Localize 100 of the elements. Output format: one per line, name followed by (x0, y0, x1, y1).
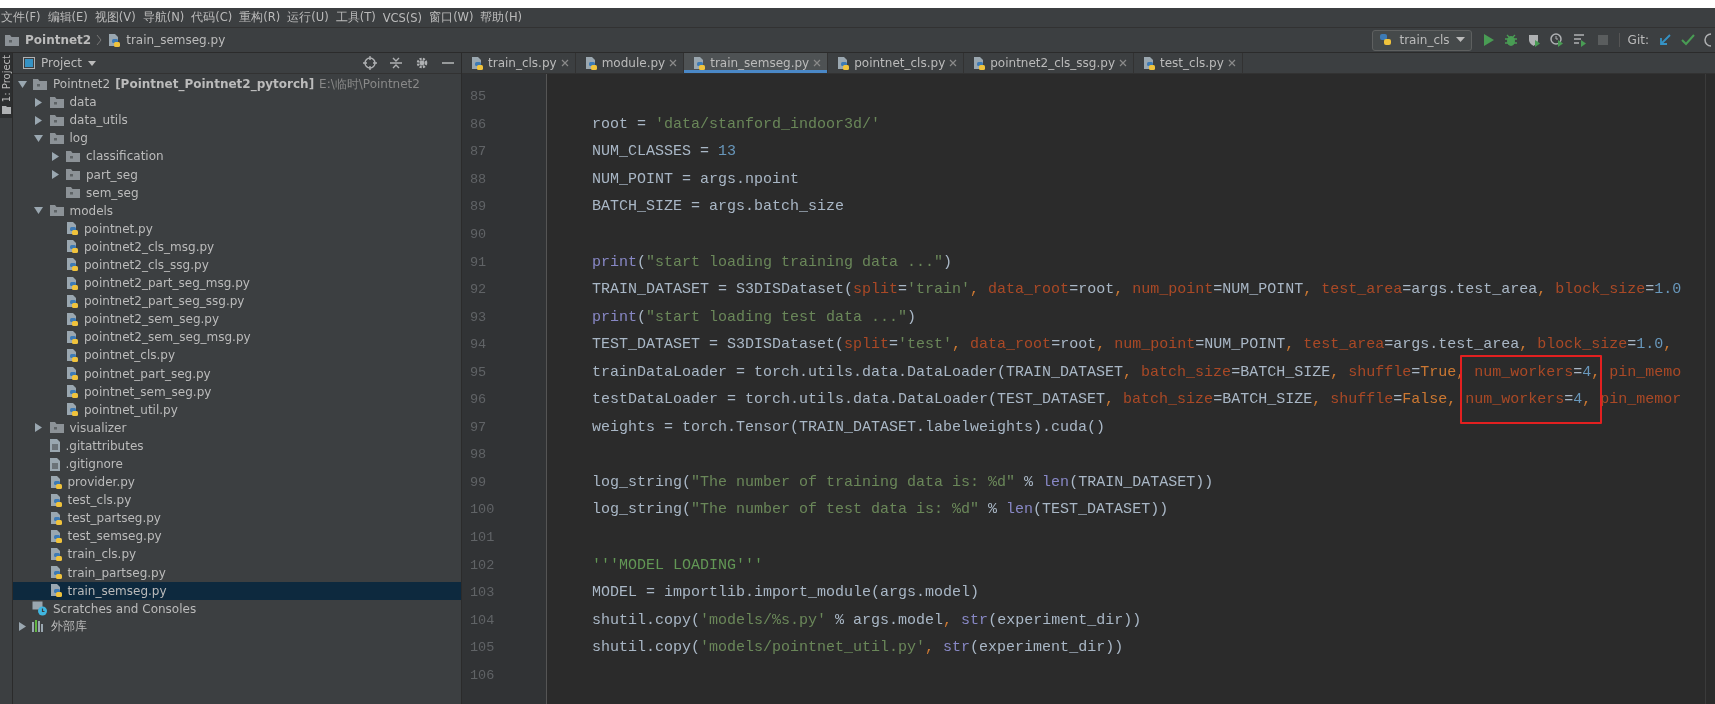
expand-arrow-icon[interactable] (34, 115, 43, 125)
expand-arrow-icon[interactable] (34, 423, 43, 433)
tree-item[interactable]: Scratches and Consoles (13, 599, 461, 618)
editor-tab[interactable]: pointnet_cls.py (828, 53, 965, 73)
project-view-selector[interactable]: Project (23, 56, 97, 70)
menu-item[interactable]: 编辑(E) (46, 10, 94, 25)
code-line: root = 'data/stanford_indoor3d/' (592, 115, 881, 133)
tree-item[interactable]: classification (13, 147, 461, 166)
code-line: shutil.copy('models/pointnet_util.py', str(experiment_dir)) (592, 639, 1124, 657)
code-line: testDataLoader = torch.utils.data.DataLoader(TEST_DATASET, batch_size=BATCH_SIZE, shuffle=False, num_workers=4, pin_memor (592, 391, 1682, 409)
collapse-arrow-icon[interactable] (34, 206, 43, 216)
python-file-icon (692, 55, 707, 71)
tree-item[interactable]: pointnet2_sem_seg_msg.py (13, 328, 461, 347)
python-file-icon (65, 275, 79, 291)
editor-tab[interactable]: test_cls.py (1134, 53, 1243, 73)
python-file-icon (48, 528, 63, 544)
code-line: NUM_POINT = args.npoint (592, 170, 800, 188)
menu-item[interactable]: 重构(R) (238, 10, 287, 25)
clock-icon[interactable] (1549, 33, 1564, 47)
code-line: BATCH_SIZE = args.batch_size (592, 198, 845, 216)
folder-icon (48, 204, 65, 218)
tree-item[interactable]: provider.py (13, 473, 461, 492)
close-icon[interactable] (1119, 59, 1127, 67)
tree-item[interactable]: .gitattributes (13, 436, 461, 455)
tree-item[interactable]: test_cls.py (13, 491, 461, 510)
menu-item[interactable]: 代码(C) (190, 10, 239, 25)
python-file-icon (48, 565, 63, 581)
collapse-all-icon[interactable] (389, 56, 403, 70)
tree-item[interactable]: 外部库 (13, 617, 461, 636)
menu-item[interactable]: VCS(S) (381, 10, 429, 25)
menu-item[interactable]: 文件(F) (0, 10, 47, 25)
code-line: log_string("The number of training data is: %d" % len(TRAIN_DATASET)) (592, 473, 1214, 491)
expand-arrow-icon[interactable] (50, 170, 60, 179)
editor-tab[interactable]: train_cls.py (462, 53, 576, 73)
tree-item[interactable]: data (13, 93, 461, 112)
locate-icon[interactable] (363, 56, 377, 70)
tree-item[interactable]: part_seg (13, 165, 461, 184)
tree-item[interactable]: pointnet.py (13, 219, 461, 238)
module-name: [Pointnet_Pointnet2_pytorch] (115, 77, 315, 92)
menu-item[interactable]: 窗口(W) (428, 10, 480, 25)
close-icon[interactable] (669, 59, 678, 67)
check-icon[interactable] (1681, 33, 1695, 47)
list-run-icon[interactable] (1572, 33, 1587, 47)
tree-item[interactable]: visualizer (13, 418, 461, 437)
editor-tab[interactable]: train_semseg.py (684, 53, 829, 73)
tree-item-label: train_semseg.py (67, 583, 167, 598)
tree-item[interactable]: train_cls.py (13, 545, 461, 564)
collapse-arrow-icon[interactable] (17, 79, 27, 89)
shield-icon[interactable] (1526, 33, 1541, 47)
bug-icon[interactable] (1503, 33, 1518, 47)
tree-item[interactable]: pointnet_cls.py (13, 346, 461, 365)
run-config-dropdown[interactable]: train_cls (1372, 29, 1472, 51)
tree-item-label: provider.py (67, 475, 135, 490)
menu-item[interactable]: 工具(T) (334, 10, 382, 25)
tree-item[interactable]: train_partseg.py (13, 563, 461, 582)
expand-arrow-icon[interactable] (50, 151, 60, 161)
tree-item[interactable]: pointnet2_cls_msg.py (13, 237, 461, 256)
tree-item-label: classification (86, 149, 164, 164)
code-line: '''MODEL LOADING''' (592, 556, 764, 574)
collapse-arrow-icon[interactable] (34, 133, 43, 143)
menu-item[interactable]: 运行(U) (286, 10, 335, 25)
tree-item-label: train_cls.py (67, 547, 137, 562)
tree-item[interactable]: pointnet_util.py (13, 400, 461, 419)
tree-item[interactable]: pointnet2_cls_ssg.py (13, 255, 461, 275)
python-file-icon (48, 492, 63, 508)
python-file-icon (65, 366, 79, 382)
breadcrumb[interactable]: train_semseg.py (126, 33, 226, 47)
python-file-icon (65, 347, 79, 363)
close-icon[interactable] (1227, 59, 1236, 67)
tree-item[interactable]: pointnet_part_seg.py (13, 364, 461, 383)
tree-item-label: pointnet2_sem_seg_msg.py (84, 330, 251, 345)
close-icon[interactable] (949, 59, 958, 67)
close-icon[interactable] (560, 59, 569, 67)
tree-item-label: test_cls.py (67, 493, 132, 508)
editor-tab[interactable]: pointnet2_cls_ssg.py (964, 53, 1134, 73)
project-tool-tab[interactable]: 1: Project (0, 53, 12, 119)
tree-item[interactable]: log (13, 129, 461, 148)
tree-item[interactable]: pointnet_sem_seg.py (13, 382, 461, 401)
tree-item[interactable]: train_semseg.py (13, 581, 461, 600)
close-icon[interactable] (813, 59, 822, 67)
tree-item[interactable]: models (13, 201, 461, 220)
tree-item[interactable]: Pointnet2 [Pointnet_Pointnet2_pytorch] E:\临时\Pointnet2 (13, 75, 461, 94)
update-arrow-icon[interactable] (1658, 33, 1672, 47)
expand-arrow-icon[interactable] (17, 622, 27, 632)
menu-item[interactable]: 视图(V) (93, 10, 142, 25)
tree-item[interactable]: sem_seg (13, 183, 461, 202)
menu-item[interactable]: 导航(N) (141, 10, 191, 25)
menu-item[interactable]: 帮助(H) (479, 10, 529, 25)
tree-item[interactable]: pointnet2_sem_seg.py (13, 310, 461, 329)
caret-icon (88, 60, 97, 66)
tree-item[interactable]: data_utils (13, 111, 461, 130)
tree-item[interactable]: test_semseg.py (13, 527, 461, 546)
tree-item[interactable]: test_partseg.py (13, 509, 461, 528)
tree-item[interactable]: pointnet2_part_seg_msg.py (13, 274, 461, 293)
expand-arrow-icon[interactable] (34, 97, 43, 107)
history-icon[interactable] (1704, 33, 1711, 47)
tree-item[interactable]: .gitignore (13, 454, 461, 474)
breadcrumb[interactable]: Pointnet2 (25, 33, 92, 47)
settings-icon[interactable] (415, 56, 429, 70)
tree-item[interactable]: pointnet2_part_seg_ssg.py (13, 292, 461, 311)
